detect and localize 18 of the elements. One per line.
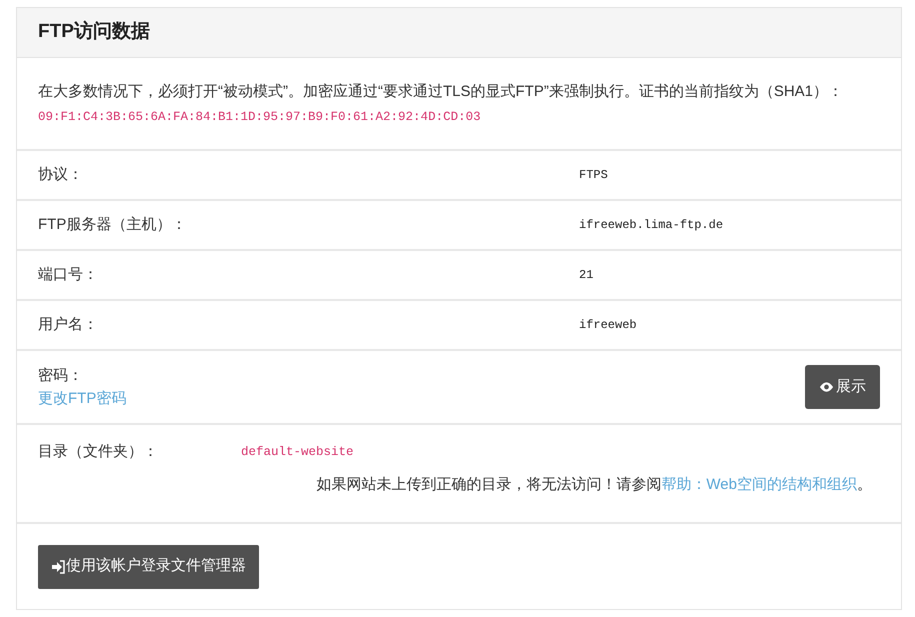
eye-icon <box>819 381 834 393</box>
directory-note: 如果网站未上传到正确的目录，将无法访问！请参阅帮助：Web空间的结构和组织。 <box>316 474 872 494</box>
field-label: 协议： <box>38 164 84 185</box>
field-label: FTP服务器（主机）： <box>38 214 188 235</box>
directory-value: default-website <box>241 444 354 461</box>
file-manager-button[interactable]: 使用该帐户登录文件管理器 <box>38 544 259 588</box>
field-value: FTPS <box>579 167 608 184</box>
field-label: 端口号： <box>38 264 99 285</box>
field-value: 21 <box>579 267 594 284</box>
field-value: ifreeweb.lima-ftp.de <box>579 217 724 234</box>
show-button[interactable]: 展示 <box>805 365 880 409</box>
field-value: ifreeweb <box>579 317 637 334</box>
panel-title: FTP访问数据 <box>38 20 150 44</box>
password-label: 密码： <box>38 366 84 386</box>
field-label: 用户名： <box>38 314 99 335</box>
intro-text: 在大多数情况下，必须打开“被动模式”。加密应通过“要求通过TLS的显式FTP”来强制执行。证书的当前指纹为（SHA1）： 09:F1:C4:3B:65:6A:FA:84:B1:1D:95:97:B9:F0:61:A2:92:4D:CD:03 <box>38 82 844 126</box>
sign-in-icon <box>51 560 65 574</box>
directory-label: 目录（文件夹）： <box>38 442 159 462</box>
